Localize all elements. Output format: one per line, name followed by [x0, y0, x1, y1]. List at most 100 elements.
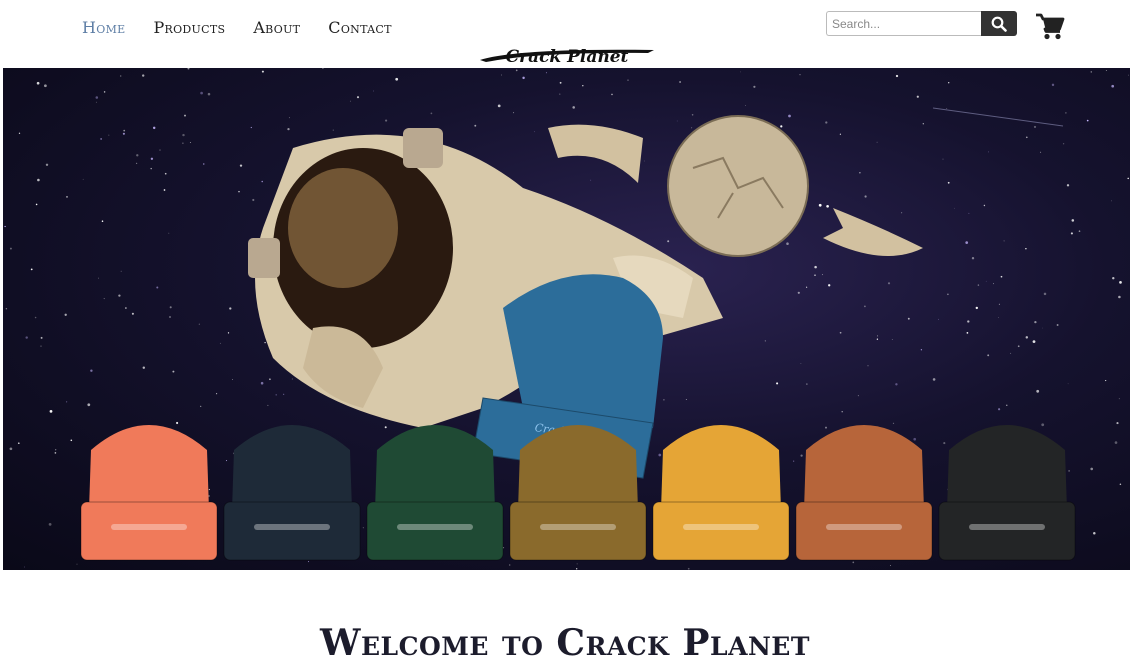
star [87, 403, 91, 407]
star [474, 124, 477, 127]
star [373, 90, 374, 92]
star [916, 95, 919, 98]
nav-item-contact[interactable]: Contact [328, 18, 391, 37]
star [932, 378, 936, 381]
star [97, 277, 99, 279]
star [260, 381, 264, 385]
star [876, 338, 879, 340]
star [663, 398, 665, 401]
beanie [938, 425, 1076, 561]
star [501, 74, 502, 76]
logo-text: Crack Planet [506, 47, 629, 67]
nav-item-products[interactable]: Products [153, 18, 225, 37]
star [1056, 324, 1059, 326]
star [182, 133, 185, 137]
nav-item-about[interactable]: About [253, 18, 300, 37]
star [1036, 389, 1040, 393]
star [572, 106, 575, 109]
search-button[interactable] [981, 11, 1017, 36]
star [261, 70, 264, 73]
star [288, 117, 290, 119]
cart-icon[interactable] [1035, 12, 1065, 40]
star [82, 178, 84, 180]
star [825, 426, 827, 429]
star [200, 405, 202, 408]
star [118, 294, 121, 297]
star [18, 132, 21, 134]
star [971, 257, 975, 260]
star [643, 160, 645, 162]
star [208, 488, 211, 491]
star [332, 129, 334, 131]
star [509, 564, 511, 566]
star [44, 84, 47, 88]
star [814, 265, 817, 269]
star [776, 382, 779, 385]
star [45, 163, 49, 167]
star [95, 101, 97, 103]
star [867, 365, 869, 367]
star [283, 393, 285, 395]
star [219, 342, 221, 344]
star [1041, 423, 1045, 427]
star [825, 121, 828, 124]
star [966, 332, 969, 334]
crack-planet-logo[interactable]: Crack Planet [478, 44, 656, 68]
hero-banner[interactable]: Crack Planet [3, 68, 1130, 570]
star [947, 293, 949, 296]
star [745, 104, 746, 106]
star [264, 341, 266, 344]
star [70, 439, 73, 442]
star [953, 207, 955, 209]
star [322, 68, 324, 69]
star [198, 323, 200, 325]
star [852, 561, 855, 564]
star [942, 158, 944, 160]
star [227, 332, 230, 334]
star [998, 316, 999, 318]
star [1043, 292, 1047, 296]
star [1066, 184, 1070, 187]
star [740, 71, 741, 73]
star [907, 317, 910, 320]
star [685, 398, 687, 400]
hero-image: Crack Planet [4, 68, 1129, 570]
star [1090, 71, 1093, 73]
star [576, 563, 578, 565]
star [988, 151, 989, 153]
star [513, 112, 515, 114]
star [76, 563, 78, 565]
star [232, 378, 233, 380]
star [691, 114, 694, 116]
beanie [366, 425, 504, 561]
star [1062, 143, 1065, 145]
star [101, 220, 104, 222]
beanie [80, 425, 218, 561]
star [49, 410, 53, 413]
star [267, 404, 269, 406]
star [998, 303, 1000, 305]
star [515, 69, 518, 72]
star [859, 172, 861, 174]
star [938, 318, 940, 320]
star [977, 284, 980, 286]
star [152, 126, 156, 130]
star [1112, 277, 1115, 280]
star [857, 395, 859, 397]
star [943, 442, 946, 445]
star [150, 157, 154, 160]
search-input[interactable] [826, 11, 981, 36]
star [35, 203, 38, 206]
shooting-star [932, 107, 1064, 127]
star [176, 421, 179, 425]
beanie [509, 425, 647, 561]
star [887, 282, 891, 285]
star [164, 172, 167, 175]
star [864, 195, 867, 198]
star [169, 316, 171, 318]
star [1033, 125, 1037, 128]
star [764, 340, 766, 342]
star [252, 198, 255, 202]
nav-item-home[interactable]: Home [82, 18, 125, 37]
star [559, 81, 562, 84]
